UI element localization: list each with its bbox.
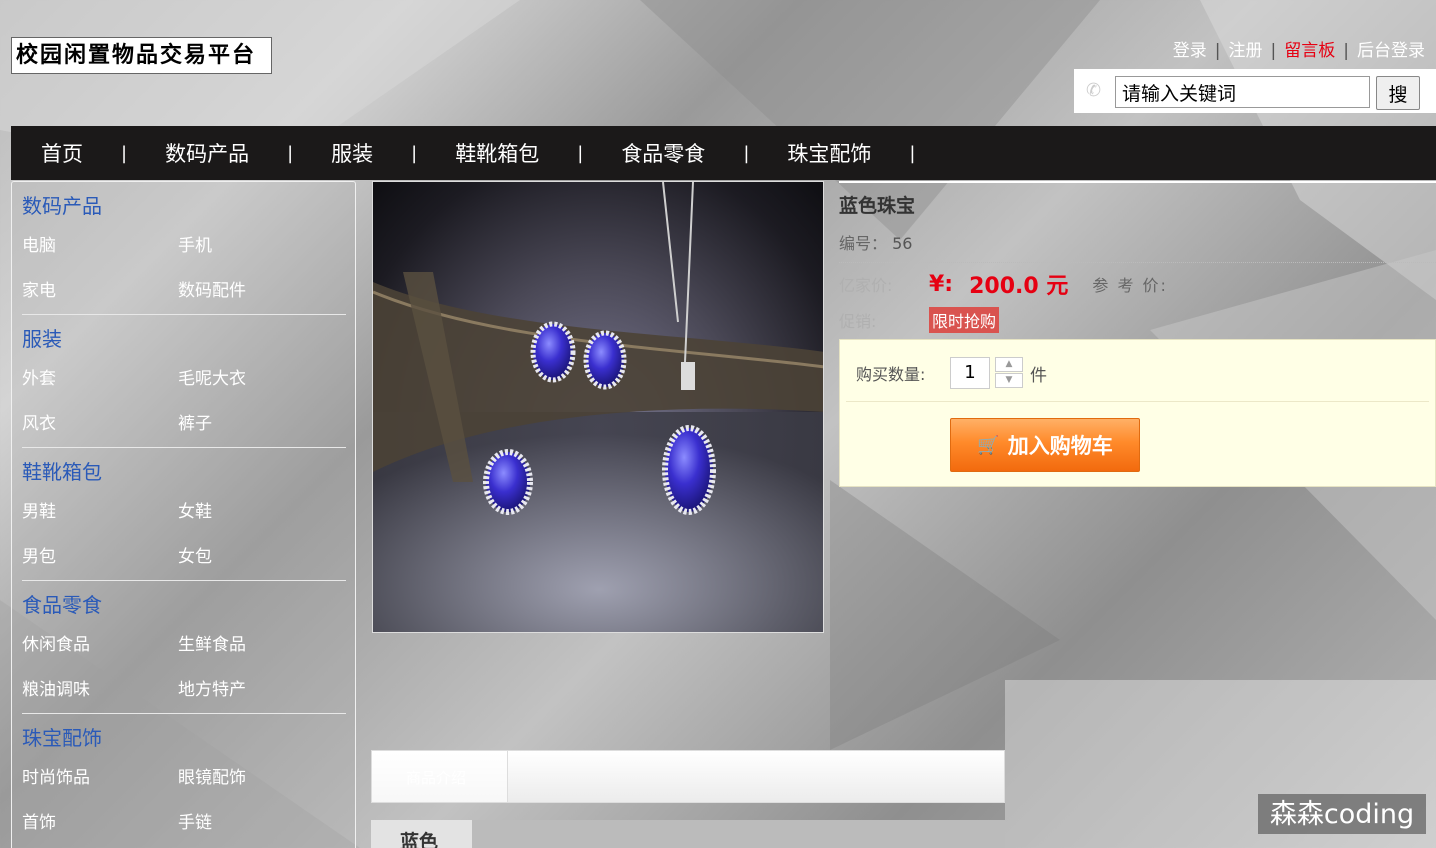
top-links: 登录 | 注册 | 留言板 | 后台登录 (1170, 36, 1428, 61)
subcategory-link[interactable]: 休闲食品 (22, 623, 178, 668)
quantity-label: 购买数量: (856, 365, 926, 384)
nav-item-food[interactable]: 食品零食 (617, 138, 709, 168)
product-id-label: 编号： (839, 234, 888, 253)
subcategory-link[interactable]: 时尚饰品 (22, 756, 178, 801)
nav-item-home[interactable]: 首页 (37, 138, 87, 168)
promo-badge: 限时抢购 (929, 307, 1000, 333)
nav-separator: | (287, 142, 294, 164)
product-id-row: 编号： 56 (839, 230, 1436, 254)
product-id: 56 (892, 234, 913, 253)
search-bar: ✆ 搜 (1074, 69, 1436, 113)
subcategory-link[interactable]: 地方特产 (178, 668, 328, 713)
product-image[interactable] (372, 181, 824, 633)
subcategory-link[interactable]: 裤子 (178, 402, 328, 447)
nav-separator: | (743, 142, 750, 164)
category-title[interactable]: 服装 (12, 315, 355, 357)
category-food: 食品零食 休闲食品 生鲜食品 粮油调味 地方特产 (12, 581, 355, 714)
register-link[interactable]: 注册 (1229, 41, 1263, 61)
subcategory-link[interactable]: 手链 (178, 801, 328, 846)
category-clothing: 服装 外套 毛呢大衣 风衣 裤子 (12, 315, 355, 448)
add-to-cart-label: 加入购物车 (1007, 434, 1113, 458)
subcategory-link[interactable]: 生鲜食品 (178, 623, 328, 668)
nav-separator: | (121, 142, 128, 164)
subcategory-link[interactable]: 首饰 (22, 801, 178, 846)
quantity-unit: 件 (1030, 366, 1047, 386)
subcategory-link[interactable]: 数码配件 (178, 269, 328, 314)
quantity-up-button[interactable]: ▲ (995, 357, 1023, 372)
watermark-label: 森森coding (1258, 794, 1426, 834)
link-separator: | (1343, 41, 1349, 61)
quantity-input[interactable]: 1 (950, 357, 990, 389)
subcategory-link[interactable]: 家电 (22, 269, 178, 314)
add-to-cart-button[interactable]: 🛒 加入购物车 (950, 418, 1140, 472)
nav-item-digital[interactable]: 数码产品 (161, 138, 253, 168)
link-separator: | (1214, 41, 1221, 61)
subcategory-link[interactable]: 男鞋 (22, 490, 178, 535)
subcategory-link[interactable]: 毛呢大衣 (178, 357, 328, 402)
nav-separator: | (909, 142, 916, 164)
purchase-box: 购买数量: 1 ▲ ▼ 件 🛒 加入购物车 (839, 339, 1436, 487)
search-button[interactable]: 搜 (1376, 76, 1420, 110)
nav-separator: | (577, 142, 584, 164)
detail-tab[interactable]: 蓝色 (371, 820, 472, 848)
category-jewelry: 珠宝配饰 时尚饰品 眼镜配饰 首饰 手链 (12, 714, 355, 846)
currency-symbol: ¥: (929, 271, 954, 297)
search-input[interactable] (1115, 76, 1370, 108)
subcategory-link[interactable]: 电脑 (22, 224, 178, 269)
subcategory-link[interactable]: 女包 (178, 535, 328, 580)
price-row: 亿家价: ¥: 200.0 元 参 考 价: (839, 269, 1436, 300)
category-title[interactable]: 珠宝配饰 (12, 714, 355, 756)
price-label: 亿家价: (839, 276, 893, 295)
site-logo[interactable]: 校园闲置物品交易平台 (11, 37, 272, 74)
divider (839, 262, 1436, 263)
category-shoes-bags: 鞋靴箱包 男鞋 女鞋 男包 女包 (12, 448, 355, 581)
product-info: 蓝色珠宝 编号： 56 亿家价: ¥: 200.0 元 参 考 价: 促销: 限… (839, 181, 1436, 487)
jewelry-photo (373, 182, 823, 632)
category-title[interactable]: 数码产品 (12, 182, 355, 224)
category-title[interactable]: 食品零食 (12, 581, 355, 623)
login-link[interactable]: 登录 (1173, 41, 1207, 61)
subcategory-link[interactable]: 风衣 (22, 402, 178, 447)
subcategory-link[interactable]: 手机 (178, 224, 328, 269)
nav-item-shoes-bags[interactable]: 鞋靴箱包 (451, 138, 543, 168)
detail-tabbar: 商品介绍 (371, 750, 1005, 803)
cart-icon: 🛒 (977, 434, 1000, 456)
subcategory-link[interactable]: 外套 (22, 357, 178, 402)
reference-price-label: 参 考 价: (1092, 276, 1168, 295)
subcategory-link[interactable]: 男包 (22, 535, 178, 580)
divider (846, 401, 1429, 402)
nav-separator: | (411, 142, 418, 164)
divider (839, 181, 1436, 183)
promo-row: 促销: 限时抢购 (839, 307, 1436, 333)
subcategory-link[interactable]: 女鞋 (178, 490, 328, 535)
tab-product-intro[interactable]: 商品介绍 (372, 751, 508, 802)
phone-icon: ✆ (1086, 80, 1102, 101)
admin-login-link[interactable]: 后台登录 (1357, 41, 1425, 61)
link-separator: | (1270, 41, 1277, 61)
product-name: 蓝色珠宝 (839, 195, 916, 217)
nav-item-jewelry[interactable]: 珠宝配饰 (783, 138, 875, 168)
category-digital: 数码产品 电脑 手机 家电 数码配件 (12, 182, 355, 315)
nav-item-clothing[interactable]: 服装 (327, 138, 377, 168)
guestbook-link[interactable]: 留言板 (1284, 41, 1335, 61)
category-title[interactable]: 鞋靴箱包 (12, 448, 355, 490)
product-price: 200.0 元 (969, 274, 1069, 299)
subcategory-link[interactable]: 粮油调味 (22, 668, 178, 713)
promo-label: 促销: (839, 312, 877, 331)
quantity-down-button[interactable]: ▼ (995, 373, 1023, 388)
subcategory-link[interactable]: 眼镜配饰 (178, 756, 328, 801)
tab-label: 商品介绍 (406, 769, 467, 787)
category-sidebar: 数码产品 电脑 手机 家电 数码配件 服装 外套 毛呢大衣 风衣 裤子 鞋靴箱包… (11, 181, 356, 848)
main-nav: 首页 | 数码产品 | 服装 | 鞋靴箱包 | 食品零食 | 珠宝配饰 | (11, 126, 1436, 180)
